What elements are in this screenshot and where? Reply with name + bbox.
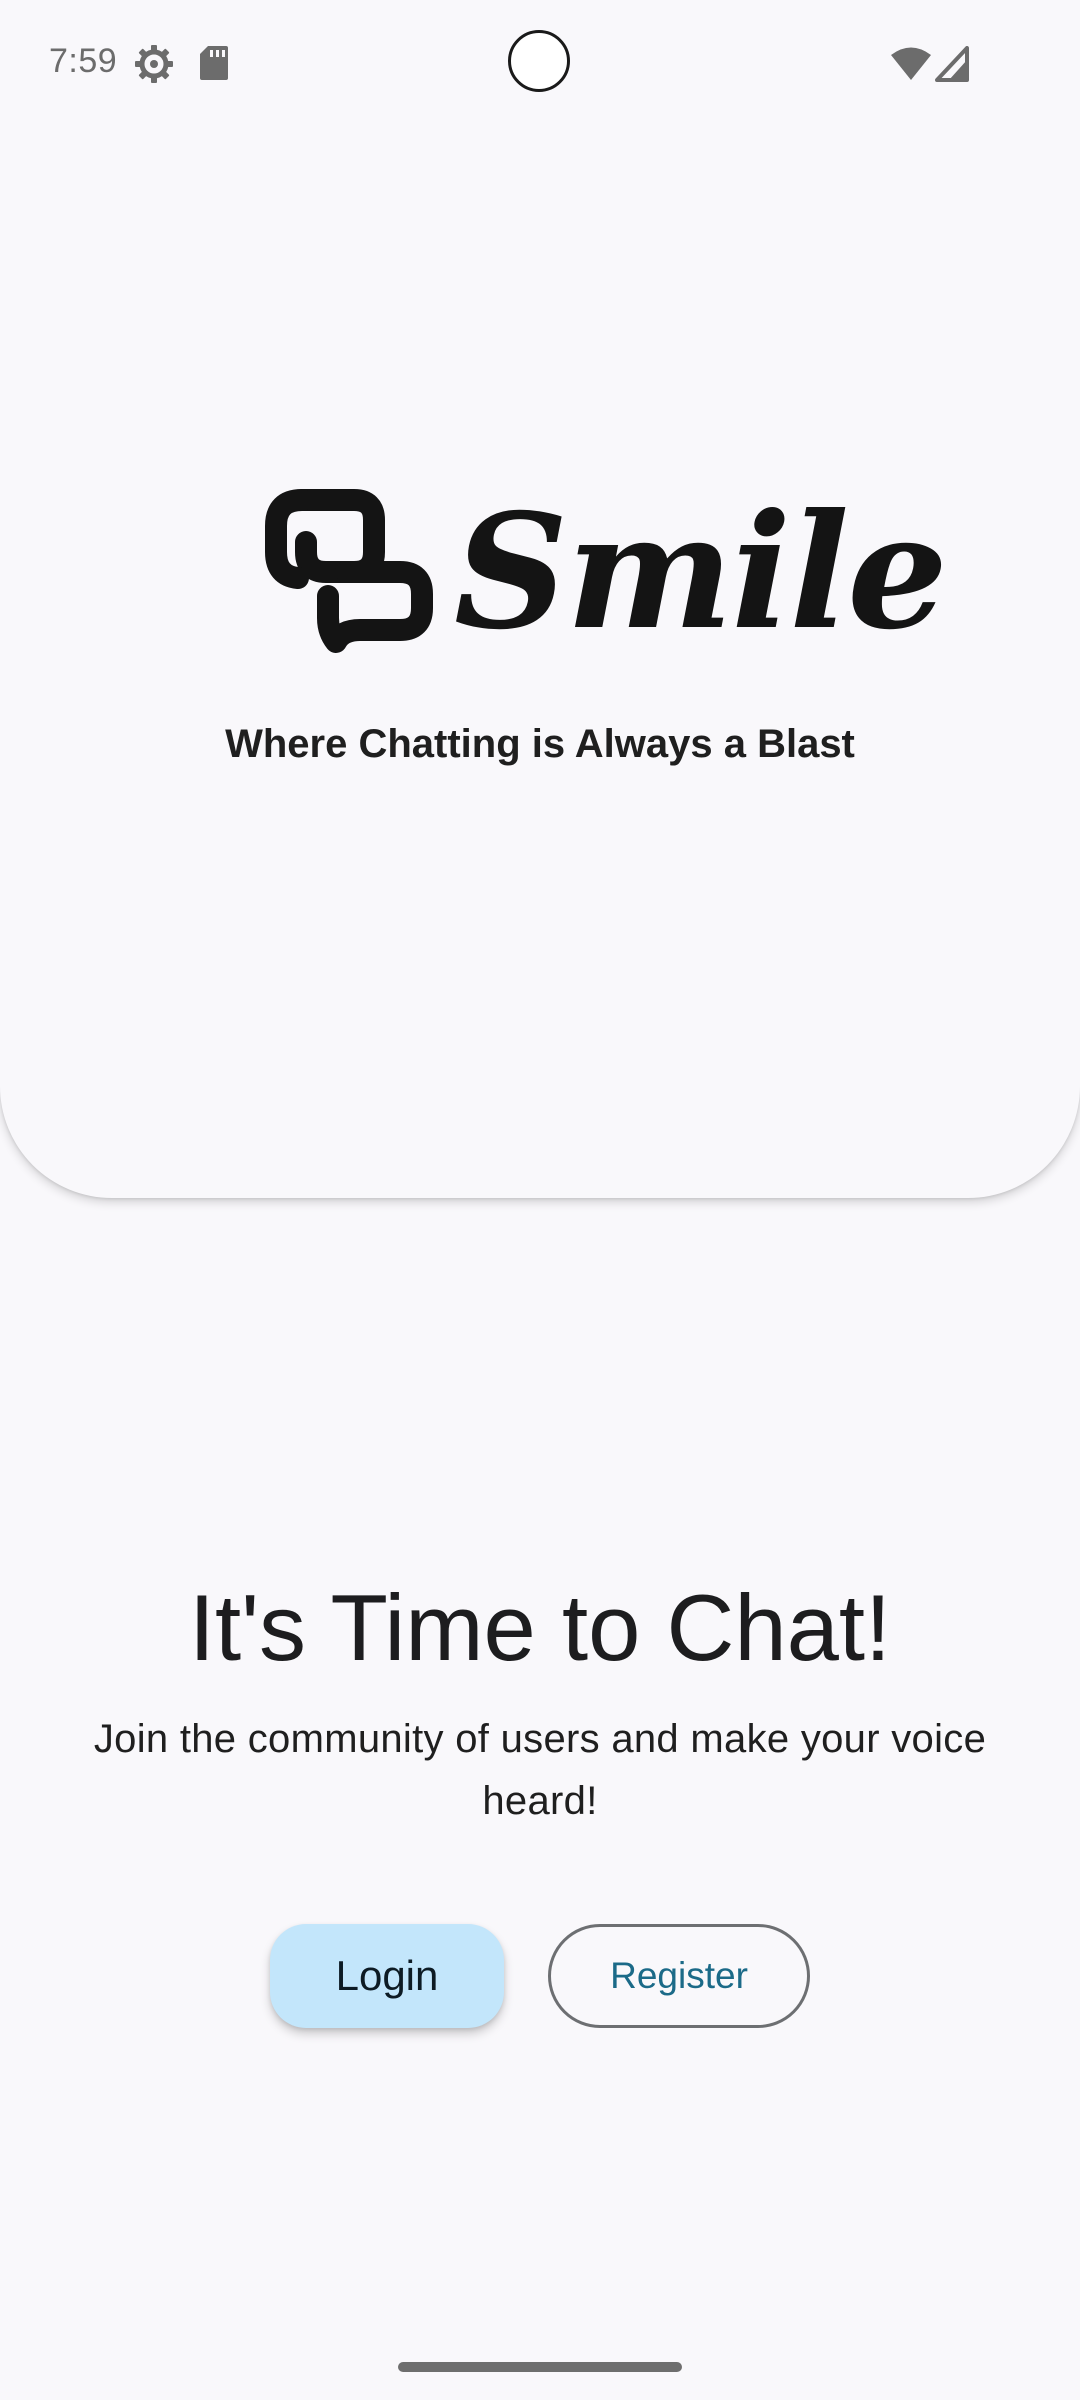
gesture-navigation-bar[interactable] [398, 2362, 682, 2372]
subheadline: Join the community of users and make you… [93, 1717, 987, 1823]
login-button[interactable]: Login [270, 1924, 504, 2028]
app-logo: Smile [262, 486, 948, 660]
camera-cutout [508, 30, 570, 92]
gear-icon [135, 45, 173, 83]
welcome-screen: Smile Where Chatting is Always a Blast 7… [0, 0, 1080, 2400]
logo-wordmark: Smile [454, 480, 948, 665]
chat-bubbles-logo-icon [265, 489, 433, 653]
tagline: Where Chatting is Always a Blast [225, 722, 855, 766]
signal-icon [935, 46, 969, 82]
status-time: 7:59 [49, 42, 118, 80]
register-button[interactable]: Register [548, 1924, 810, 2028]
sdcard-icon [200, 46, 228, 80]
wifi-icon [891, 47, 931, 80]
headline: It's Time to Chat! [188, 1575, 892, 1680]
status-bar: 7:59 [0, 0, 1080, 130]
hero-card: Smile Where Chatting is Always a Blast [0, 0, 1080, 1198]
